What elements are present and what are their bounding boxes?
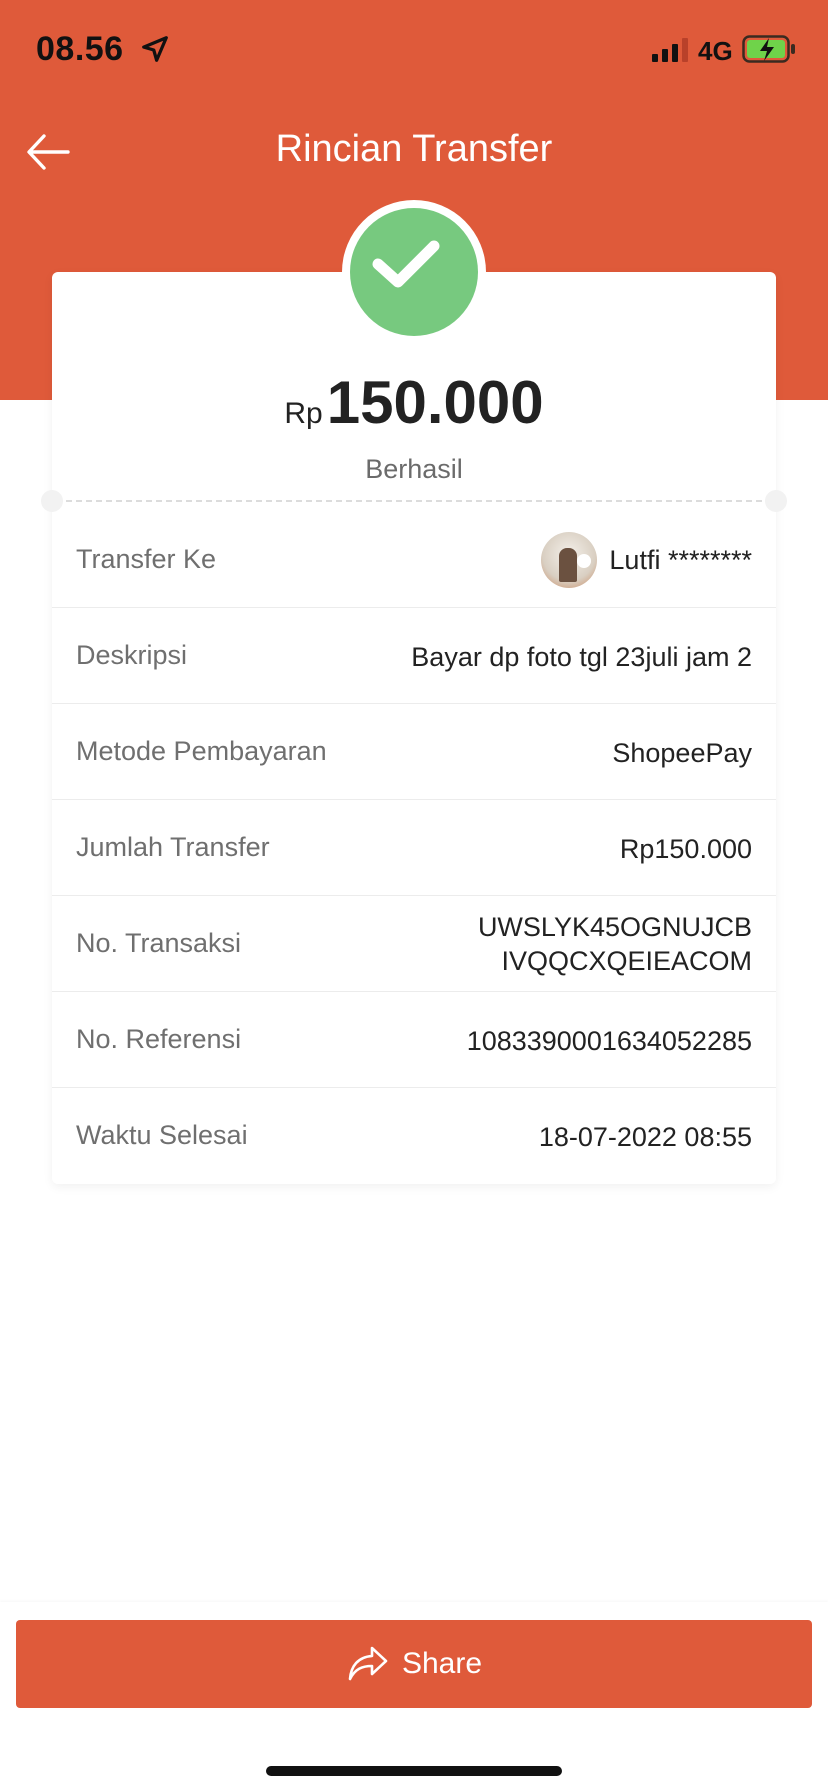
navigation-bar: Rincian Transfer — [0, 110, 828, 194]
detail-label: Deskripsi — [76, 640, 188, 670]
battery-charging-icon — [742, 35, 795, 63]
share-label: Share — [401, 1647, 483, 1680]
transaction-number: UWSLYK45OGNUJCB IVQQCXQEIEACOM — [478, 910, 752, 978]
detail-label: Metode Pembayaran — [76, 736, 327, 766]
detail-label: Jumlah Transfer — [76, 832, 270, 862]
receipt-card: Rp150.000 Berhasil Transfer Ke Lutfi ***… — [41, 272, 787, 1184]
detail-label: No. Referensi — [76, 1024, 242, 1054]
detail-row-payment-method: Metode Pembayaran ShopeePay — [52, 704, 776, 800]
detail-list: Transfer Ke Lutfi ******** Deskripsi Bay… — [52, 512, 776, 1184]
checkmark-icon — [372, 240, 440, 288]
avatar-dot — [577, 554, 592, 568]
signal-icon — [652, 38, 688, 62]
detail-row-transfer-to: Transfer Ke Lutfi ******** — [52, 512, 776, 608]
amount-display: Rp150.000 — [52, 368, 776, 437]
share-button[interactable]: Share — [16, 1620, 812, 1708]
status-bar: 08.56 4G — [0, 0, 828, 100]
detail-label: Waktu Selesai — [76, 1120, 248, 1150]
avatar — [541, 532, 598, 588]
transaction-number-line-1: UWSLYK45OGNUJCB — [477, 912, 752, 942]
detail-value: 1083390001634052285 — [466, 1026, 752, 1056]
bottom-action-bar: Share — [0, 1602, 828, 1792]
recipient-name: Lutfi ******** — [609, 544, 752, 575]
card-notch-left — [41, 490, 63, 512]
transfer-status: Berhasil — [365, 454, 463, 484]
detail-row-description: Deskripsi Bayar dp foto tgl 23juli jam 2 — [52, 608, 776, 704]
detail-value: ShopeePay — [612, 738, 752, 768]
detail-label: No. Transaksi — [76, 928, 242, 958]
detail-value: Bayar dp foto tgl 23juli jam 2 — [411, 642, 752, 672]
detail-label: Transfer Ke — [76, 544, 217, 574]
transfer-detail-screen: 08.56 4G Rincian Transfer Rp150.000 Berh… — [0, 0, 828, 1792]
avatar-figure — [559, 548, 578, 582]
detail-value: Rp150.000 — [619, 834, 752, 864]
recipient: Lutfi ******** — [541, 532, 752, 588]
amount-value: 150.000 — [326, 369, 544, 436]
home-indicator — [266, 1766, 562, 1776]
detail-row-transfer-amount: Jumlah Transfer Rp150.000 — [52, 800, 776, 896]
detail-row-transaction-no: No. Transaksi UWSLYK45OGNUJCB IVQQCXQEIE… — [52, 896, 776, 992]
network-label: 4G — [698, 36, 733, 66]
transaction-number-line-2: IVQQCXQEIEACOM — [501, 946, 752, 976]
location-arrow-icon — [142, 36, 168, 62]
detail-row-reference-no: No. Referensi 1083390001634052285 — [52, 992, 776, 1088]
card-notch-right — [765, 490, 787, 512]
dashed-divider — [66, 500, 762, 502]
page-title: Rincian Transfer — [275, 128, 553, 170]
status-time: 08.56 — [36, 30, 124, 68]
share-icon — [348, 1646, 388, 1681]
amount-currency: Rp — [284, 397, 323, 430]
success-badge — [342, 200, 486, 344]
detail-value: 18-07-2022 08:55 — [538, 1122, 752, 1152]
detail-row-completed-time: Waktu Selesai 18-07-2022 08:55 — [52, 1088, 776, 1184]
